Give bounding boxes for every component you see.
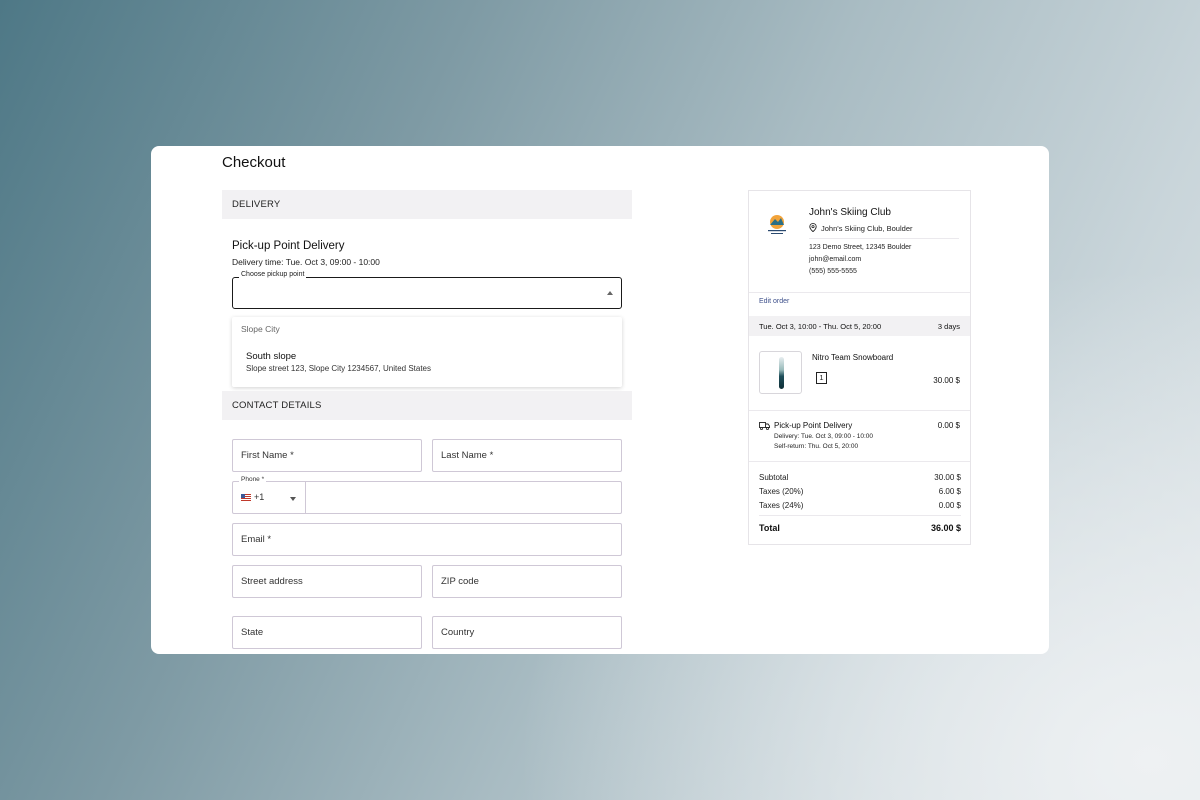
tax-row-24: Taxes (24%) 0.00 $ <box>759 501 961 510</box>
country-placeholder: Country <box>441 627 475 638</box>
state-placeholder: State <box>241 627 264 638</box>
truck-icon <box>759 422 770 430</box>
country-field[interactable]: Country <box>432 616 622 649</box>
product-name: Nitro Team Snowboard <box>812 353 894 362</box>
email-placeholder: Email * <box>241 534 272 545</box>
street-placeholder: Street address <box>241 576 303 587</box>
shop-address: 123 Demo Street, 12345 Boulder <box>809 244 912 251</box>
phone-country-select[interactable]: +1 <box>233 482 306 513</box>
subtotal-label: Subtotal <box>759 473 789 482</box>
chevron-up-icon[interactable] <box>607 291 613 295</box>
product-price: 30.00 $ <box>933 376 960 385</box>
email-field[interactable]: Email * <box>232 523 622 556</box>
rental-duration: 3 days <box>937 322 960 331</box>
option-address: Slope street 123, Slope City 1234567, Un… <box>246 364 432 373</box>
phone-field[interactable]: Phone * +1 <box>232 476 622 514</box>
edit-order-link[interactable]: Edit order <box>759 298 789 305</box>
last-name-field[interactable]: Last Name * <box>432 439 622 472</box>
divider <box>749 461 970 462</box>
divider <box>809 238 959 239</box>
shop-name: John's Skiing Club <box>809 207 891 218</box>
first-name-field[interactable]: First Name * <box>232 439 422 472</box>
product-quantity: 1 <box>816 372 827 384</box>
divider <box>749 410 970 411</box>
divider <box>749 292 970 293</box>
last-name-placeholder: Last Name * <box>441 450 494 461</box>
pickup-option-south-slope[interactable]: South slope Slope street 123, Slope City… <box>232 345 622 377</box>
option-title: South slope <box>246 351 297 362</box>
tax-20-value: 6.00 $ <box>938 487 961 496</box>
tax-24-label: Taxes (24%) <box>759 501 804 510</box>
first-name-placeholder: First Name * <box>241 450 294 461</box>
subtotal-value: 30.00 $ <box>934 473 961 482</box>
street-address-field[interactable]: Street address <box>232 565 422 598</box>
total-label: Total <box>759 523 780 533</box>
tax-row-20: Taxes (20%) 6.00 $ <box>759 487 961 496</box>
delivery-section-header: DELIVERY <box>222 190 632 219</box>
pickup-point-label: Choose pickup point <box>239 271 307 278</box>
pickup-point-select[interactable]: Choose pickup point <box>232 271 622 309</box>
subtotal-row: Subtotal 30.00 $ <box>759 473 961 482</box>
us-flag-icon <box>241 494 251 501</box>
pickup-point-dropdown: Slope City South slope Slope street 123,… <box>232 317 622 387</box>
zip-placeholder: ZIP code <box>441 576 479 587</box>
shop-logo <box>768 215 786 234</box>
checkout-card: Checkout DELIVERY Pick-up Point Delivery… <box>151 146 1049 654</box>
snowboard-image <box>779 357 784 389</box>
phone-country-code: +1 <box>254 492 265 502</box>
shipping-method: Pick-up Point Delivery <box>774 421 853 430</box>
zip-code-field[interactable]: ZIP code <box>432 565 622 598</box>
product-image <box>759 351 802 394</box>
shipping-price: 0.00 $ <box>937 421 960 430</box>
shop-email: john@email.com <box>809 256 862 263</box>
total-value: 36.00 $ <box>930 523 961 533</box>
total-row: Total 36.00 $ <box>759 523 961 533</box>
divider <box>759 515 961 516</box>
shop-location: John's Skiing Club, Boulder <box>809 223 912 233</box>
tax-20-label: Taxes (20%) <box>759 487 804 496</box>
delivery-time: Delivery time: Tue. Oct 3, 09:00 - 10:00 <box>232 257 380 267</box>
state-field[interactable]: State <box>232 616 422 649</box>
shop-location-text: John's Skiing Club, Boulder <box>821 224 913 233</box>
chevron-down-icon[interactable] <box>290 497 296 501</box>
contact-section-header: CONTACT DETAILS <box>222 391 632 420</box>
page-title: Checkout <box>222 154 286 171</box>
shipping-self-return: Self-return: Thu. Oct 5, 20:00 <box>774 443 859 450</box>
rental-period: Tue. Oct 3, 10:00 - Thu. Oct 5, 20:00 <box>759 322 882 331</box>
shipping-delivery-time: Delivery: Tue. Oct 3, 09:00 - 10:00 <box>774 433 873 440</box>
tax-24-value: 0.00 $ <box>938 501 961 510</box>
delivery-method-title: Pick-up Point Delivery <box>232 240 345 252</box>
order-summary: John's Skiing Club John's Skiing Club, B… <box>748 190 971 545</box>
location-pin-icon <box>809 223 817 232</box>
dropdown-group-label: Slope City <box>241 324 280 334</box>
shop-phone: (555) 555-5555 <box>809 268 857 275</box>
rental-period-bar: Tue. Oct 3, 10:00 - Thu. Oct 5, 20:00 3 … <box>749 316 970 336</box>
